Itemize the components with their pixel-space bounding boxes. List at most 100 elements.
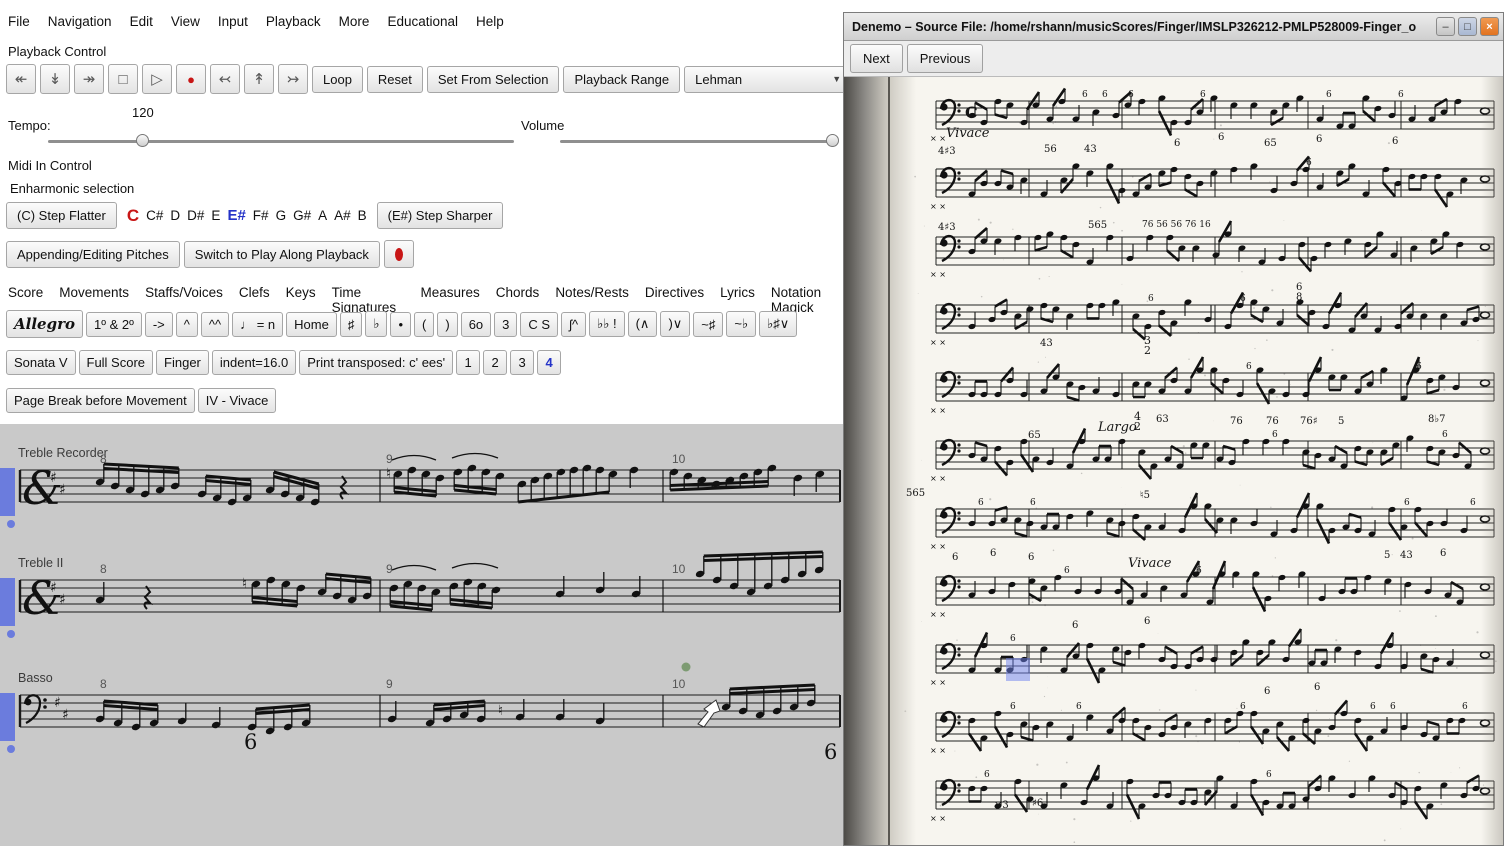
tool-allegro[interactable]: Allegro	[6, 310, 83, 338]
fast-forward-button[interactable]: ↠	[74, 64, 104, 94]
svg-text:6: 6	[1240, 294, 1246, 304]
jump-up-button[interactable]: ↟	[244, 64, 274, 94]
page-3[interactable]: 3	[510, 350, 534, 375]
record-icon	[395, 248, 403, 261]
movement-tool-page-break-before-movement[interactable]: Page Break before Movement	[6, 388, 195, 413]
tempo-slider-track[interactable]	[48, 140, 514, 143]
menu-view[interactable]: View	[171, 14, 200, 29]
svg-text:6: 6	[1416, 362, 1422, 372]
go-first-button[interactable]: ↞	[6, 64, 36, 94]
volume-slider-handle[interactable]	[826, 134, 839, 147]
nav-previous[interactable]: Previous	[907, 44, 984, 73]
window-titlebar[interactable]: Denemo – Source File: /home/rshann/music…	[844, 13, 1503, 41]
score-tool-full-score[interactable]: Full Score	[79, 350, 154, 375]
step-flatter-button[interactable]: (C) Step Flatter	[6, 202, 117, 229]
tempo-slider-handle[interactable]	[136, 134, 149, 147]
record-button[interactable]: ●	[176, 64, 206, 94]
tool-[interactable]: )	[437, 312, 457, 337]
scan-annotation: 565	[1088, 221, 1107, 231]
tool-[interactable]: ->	[145, 312, 173, 337]
playback-playback-range[interactable]: Playback Range	[563, 66, 680, 93]
tool-[interactable]: ʃ^	[561, 312, 586, 337]
scan-annotation: 8♭7	[1428, 415, 1445, 425]
scan-annotation: Vivace	[946, 127, 989, 140]
page-4[interactable]: 4	[537, 350, 561, 375]
minimize-button[interactable]: –	[1436, 17, 1455, 36]
midi-record-button[interactable]	[384, 240, 414, 268]
score-tool-indent-16-0[interactable]: indent=16.0	[212, 350, 296, 375]
volume-label: Volume	[521, 118, 564, 133]
tool-home[interactable]: Home	[286, 312, 337, 337]
tool-[interactable]: ~♯	[693, 312, 723, 337]
tool-[interactable]: (	[414, 312, 434, 337]
scan-selection-highlight	[1006, 658, 1030, 681]
tool-6o[interactable]: 6o	[461, 312, 491, 337]
svg-text:6: 6	[1404, 498, 1410, 508]
scan-annotation: 76 56 56 76 16	[1142, 221, 1211, 230]
volume-slider-track[interactable]	[560, 140, 838, 143]
score-tool-print-transposed-c-ees[interactable]: Print transposed: c' ees'	[299, 350, 453, 375]
page-1[interactable]: 1	[456, 350, 480, 375]
page-2[interactable]: 2	[483, 350, 507, 375]
scanned-notation: 666666× ×6× ×× ×66× ×66× ×66× ×6666× ×66…	[844, 77, 1503, 845]
staff-cursor[interactable]	[0, 468, 15, 516]
close-button[interactable]: ×	[1480, 17, 1499, 36]
score-canvas[interactable]: &♯♯♮&♯♯♮♯♯♮ Treble Recorder Treble II Ba…	[0, 424, 843, 846]
svg-text:♯: ♯	[50, 580, 57, 596]
denemo-main-window: File Navigation Edit View Input Playback More E…	[0, 0, 843, 846]
scan-annotation: 5	[1338, 417, 1344, 427]
scan-annotation: 6	[1174, 139, 1180, 149]
tuning-dropdown[interactable]: Lehman ▼	[684, 66, 852, 93]
playback-reset[interactable]: Reset	[367, 66, 423, 93]
menu-help[interactable]: Help	[476, 14, 504, 29]
tool-[interactable]: ♭♭ !	[589, 311, 625, 337]
scan-annotation: 43	[1084, 145, 1097, 155]
scan-annotation: 5	[1384, 551, 1390, 561]
tool-[interactable]: ♭♯∨	[759, 311, 797, 337]
measure-number: 9	[386, 562, 393, 576]
play-button[interactable]: ▷	[142, 64, 172, 94]
tool-[interactable]: ^^	[201, 312, 229, 337]
window-title: Denemo – Source File: /home/rshann/music…	[852, 20, 1436, 34]
tool-n[interactable]: ♩ = n	[232, 312, 283, 337]
menu-navigation[interactable]: Navigation	[48, 14, 112, 29]
tool-[interactable]: ♯	[340, 312, 363, 337]
next-measure-button[interactable]: ↣	[278, 64, 308, 94]
score-tool-finger[interactable]: Finger	[156, 350, 209, 375]
source-page[interactable]: 666666× ×6× ×× ×66× ×66× ×66× ×6666× ×66…	[844, 77, 1503, 845]
tool-[interactable]: ^	[176, 312, 198, 337]
tool-[interactable]: ♭	[365, 311, 387, 337]
menu-file[interactable]: File	[8, 14, 30, 29]
chevron-down-icon: ▼	[832, 74, 841, 84]
tool-[interactable]: (∧	[628, 311, 658, 337]
tool-3[interactable]: 3	[494, 312, 517, 337]
playback-loop[interactable]: Loop	[312, 66, 363, 93]
measure-number: 8	[100, 452, 107, 466]
staff-cursor[interactable]	[0, 578, 15, 626]
menu-input[interactable]: Input	[218, 14, 248, 29]
staff-cursor[interactable]	[0, 693, 15, 741]
tool-1-2[interactable]: 1º & 2º	[86, 312, 142, 337]
maximize-button[interactable]: □	[1458, 17, 1477, 36]
svg-text:× ×: × ×	[930, 406, 946, 415]
menu-more[interactable]: More	[339, 14, 370, 29]
movement-tool-iv-vivace[interactable]: IV - Vivace	[198, 388, 277, 413]
nav-next[interactable]: Next	[850, 44, 903, 73]
appending-editing-pitches-button[interactable]: Appending/Editing Pitches	[6, 241, 180, 268]
playback-set-from-selection[interactable]: Set From Selection	[427, 66, 560, 93]
play-along-button[interactable]: Switch to Play Along Playback	[184, 241, 380, 268]
score-tool-sonata-v[interactable]: Sonata V	[6, 350, 76, 375]
tool-c-s[interactable]: C S	[520, 312, 558, 337]
svg-text:6: 6	[1196, 566, 1202, 576]
tool-[interactable]: ~♭	[726, 311, 756, 337]
menu-playback[interactable]: Playback	[266, 14, 321, 29]
jump-down-button[interactable]: ↡	[40, 64, 70, 94]
tool-[interactable]: )∨	[660, 311, 690, 337]
pitch-a: A#	[334, 208, 351, 223]
menu-educational[interactable]: Educational	[387, 14, 458, 29]
stop-button[interactable]: □	[108, 64, 138, 94]
previous-measure-button[interactable]: ↢	[210, 64, 240, 94]
step-sharper-button[interactable]: (E#) Step Sharper	[377, 202, 504, 229]
menu-edit[interactable]: Edit	[130, 14, 153, 29]
tool-[interactable]: •	[390, 312, 411, 337]
